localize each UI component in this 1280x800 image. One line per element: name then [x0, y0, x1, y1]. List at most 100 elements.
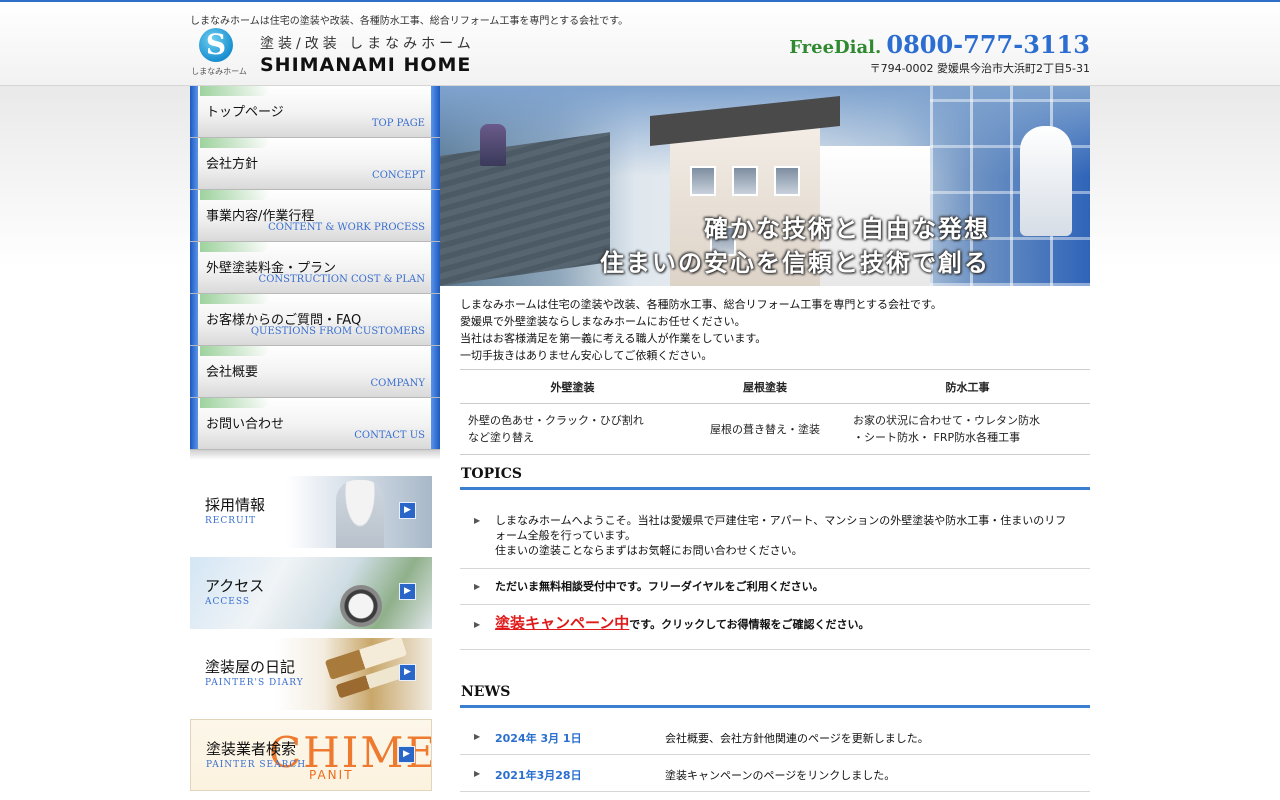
nav-item-label: 会社方針	[206, 157, 259, 172]
header-waterproofing: 防水工事	[945, 380, 990, 394]
nav-item-contact[interactable]: お問い合わせ CONTACT US	[190, 398, 440, 450]
news-heading: NEWS	[460, 684, 1090, 708]
news-date: 2021年3月28日	[495, 769, 582, 782]
intro-line: 愛媛県で外壁塗装ならしまなみホームにお任せください。	[460, 315, 746, 328]
main-nav: トップページ TOP PAGE 会社方針 CONCEPT 事業内容/作業行程 C…	[190, 86, 440, 460]
cell-waterproofing: お家の状況に合わせて・ウレタン防水 ・シート防水・ FRP防水各種工事	[845, 412, 1090, 446]
brand-title[interactable]: SHIMANAMI HOME	[260, 54, 471, 76]
topic-item: ▶ 塗装キャンペーン中です。クリックしてお得情報をご確認ください。	[460, 605, 1090, 650]
news-item[interactable]: ▶ 2024年 3月 1日 会社概要、会社方針他関連のページを更新しました。	[460, 718, 1090, 755]
arrow-right-icon: ▶	[399, 664, 416, 681]
arrow-right-icon: ▶	[399, 502, 416, 519]
bullet-arrow-icon: ▶	[474, 516, 481, 525]
leaf-decoration	[200, 138, 270, 148]
banner-sublabel: ACCESS	[205, 597, 251, 607]
intro-line: しまなみホームは住宅の塗装や改装、各種防水工事、総合リフォーム工事を専門とする会…	[460, 298, 942, 311]
nav-item-label: 会社概要	[206, 365, 259, 380]
house-window	[690, 166, 716, 196]
intro-line: 一切手抜きはありません安心してご依頼ください。	[460, 349, 713, 362]
compass-illustration	[340, 585, 382, 627]
arrow-right-icon: ▶	[398, 746, 415, 763]
nav-bottom-shadow	[190, 450, 440, 460]
cell-line: お家の状況に合わせて・ウレタン防水	[853, 414, 1040, 427]
bullet-arrow-icon: ▶	[474, 732, 481, 741]
cell-line: ・シート防水・ FRP防水各種工事	[853, 431, 1021, 444]
news-date: 2024年 3月 1日	[495, 732, 582, 745]
nav-item-sublabel: TOP PAGE	[371, 118, 425, 129]
house-window	[774, 166, 800, 196]
cell-line: など塗り替え	[468, 431, 534, 444]
nav-item-label: お問い合わせ	[206, 417, 285, 432]
banner-sublabel: PAINTER SEARCH	[206, 760, 307, 770]
bullet-arrow-icon: ▶	[474, 582, 481, 591]
cell-roof-painting: 屋根の葺き替え・塗装	[685, 421, 845, 438]
house-window	[732, 166, 758, 196]
banner-label: 採用情報	[205, 496, 266, 514]
banner-label: 塗装業者検索	[206, 740, 297, 758]
freedial-number[interactable]: 0800-777-3113	[886, 30, 1090, 59]
hero-line-2: 住まいの安心を信頼と技術で創る	[600, 249, 990, 277]
hero-image: 確かな技術と自由な発想 住まいの安心を信頼と技術で創る	[440, 86, 1090, 286]
topic-line: しまなみホームへようこそ。当社は愛媛県で戸建住宅・アパート、マンションの外壁塗装…	[495, 514, 1067, 527]
services-header-row: 外壁塗装 屋根塗装 防水工事	[460, 370, 1090, 404]
nav-item-sublabel: CONSTRUCTION COST & PLAN	[258, 274, 425, 285]
roof-worker	[480, 124, 506, 166]
topic-text: しまなみホームへようこそ。当社は愛媛県で戸建住宅・アパート、マンションの外壁塗装…	[495, 513, 1075, 558]
topic-item: ▶ しまなみホームへようこそ。当社は愛媛県で戸建住宅・アパート、マンションの外壁…	[460, 496, 1090, 569]
hero-copy: 確かな技術と自由な発想 住まいの安心を信頼と技術で創る	[600, 212, 990, 280]
news-item[interactable]: ▶ 2021年3月28日 塗装キャンペーンのページをリンクしました。	[460, 755, 1090, 792]
chime-logo-sub: PANIT	[309, 768, 354, 782]
freedial[interactable]: FreeDial. 0800-777-3113	[789, 30, 1090, 59]
nav-item-construction-cost[interactable]: 外壁塗装料金・プラン CONSTRUCTION COST & PLAN	[190, 242, 440, 294]
leaf-decoration	[200, 294, 270, 304]
header-tagline: しまなみホームは住宅の塗装や改装、各種防水工事、総合リフォーム工事を専門とする会…	[190, 16, 629, 27]
logo-name: しまなみホーム	[191, 67, 247, 76]
nav-item-sublabel: CONTACT US	[354, 430, 425, 441]
news-text: 会社概要、会社方針他関連のページを更新しました。	[665, 732, 929, 745]
header-roof-painting: 屋根塗装	[743, 380, 787, 394]
site-logo[interactable]: S しまなみホーム	[190, 27, 248, 79]
recruit-banner[interactable]: 採用情報 RECRUIT ▶	[190, 476, 432, 548]
topic-text: ただいま無料相談受付中です。フリーダイヤルをご利用ください。	[495, 580, 824, 593]
leaf-decoration	[200, 346, 270, 356]
topic-item: ▶ ただいま無料相談受付中です。フリーダイヤルをご利用ください。	[460, 569, 1090, 605]
nav-item-concept[interactable]: 会社方針 CONCEPT	[190, 138, 440, 190]
topic-line: ォーム全般を行っています。	[495, 529, 637, 542]
banner-sublabel: RECRUIT	[205, 516, 257, 526]
leaf-decoration	[200, 86, 270, 96]
intro-line: 当社はお客様満足を第一義に考える職人が作業をしています。	[460, 332, 767, 345]
news-text: 塗装キャンペーンのページをリンクしました。	[665, 769, 896, 782]
header-exterior-painting: 外壁塗装	[550, 380, 595, 394]
nav-item-faq[interactable]: お客様からのご質問・FAQ QUESTIONS FROM CUSTOMERS	[190, 294, 440, 346]
freedial-label: FreeDial.	[789, 37, 882, 58]
leaf-decoration	[200, 190, 270, 200]
campaign-link[interactable]: 塗装キャンペーン中	[495, 614, 629, 632]
bullet-arrow-icon: ▶	[474, 769, 481, 778]
topic-text: 塗装キャンペーン中です。クリックしてお得情報をご確認ください。	[495, 616, 1075, 632]
page-wrapper: しまなみホームは住宅の塗装や改装、各種防水工事、総合リフォーム工事を専門とする会…	[190, 0, 1090, 800]
diary-banner[interactable]: 塗装屋の日記 PAINTER'S DIARY ▶	[190, 638, 432, 710]
arrow-right-icon: ▶	[399, 583, 416, 600]
cell-line: 外壁の色あせ・クラック・ひび割れ	[468, 414, 644, 427]
company-address: 〒794-0002 愛媛県今治市大浜町2丁目5-31	[869, 62, 1090, 75]
nav-item-sublabel: CONCEPT	[372, 170, 425, 181]
services-body-row: 外壁の色あせ・クラック・ひび割れ など塗り替え 屋根の葺き替え・塗装 お家の状況…	[460, 404, 1090, 454]
banner-sublabel: PAINTER'S DIARY	[205, 678, 304, 688]
leaf-decoration	[200, 242, 270, 252]
intro-text: しまなみホームは住宅の塗装や改装、各種防水工事、総合リフォーム工事を専門とする会…	[460, 296, 1090, 364]
spray-painter	[1020, 126, 1072, 236]
nav-item-content-work-process[interactable]: 事業内容/作業行程 CONTENT & WORK PROCESS	[190, 190, 440, 242]
cell-exterior-painting: 外壁の色あせ・クラック・ひび割れ など塗り替え	[460, 412, 685, 446]
main-content: しまなみホームは住宅の塗装や改装、各種防水工事、総合リフォーム工事を専門とする会…	[460, 296, 1090, 792]
cell-line: 屋根の葺き替え・塗装	[710, 422, 820, 436]
banner-label: 塗装屋の日記	[205, 658, 296, 676]
hero-roof	[440, 132, 610, 286]
logo-s-icon: S	[199, 28, 233, 62]
topic-line: 住まいの塗装ことならまずはお気軽にお問い合わせください。	[495, 544, 803, 557]
nav-item-company[interactable]: 会社概要 COMPANY	[190, 346, 440, 398]
topics-heading: TOPICS	[460, 466, 1090, 490]
hero-line-1: 確かな技術と自由な発想	[704, 215, 990, 243]
painter-search-banner[interactable]: CHIME PANIT 塗装業者検索 PAINTER SEARCH ▶	[190, 719, 432, 791]
nav-item-top-page[interactable]: トップページ TOP PAGE	[190, 86, 440, 138]
access-banner[interactable]: アクセス ACCESS ▶	[190, 557, 432, 629]
